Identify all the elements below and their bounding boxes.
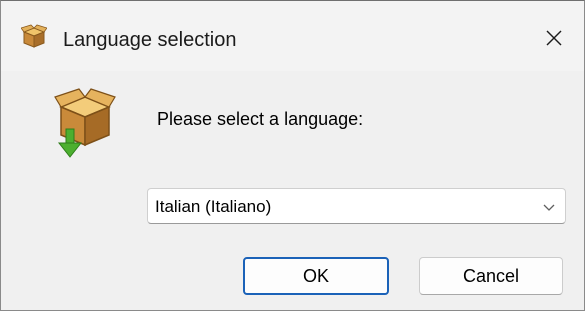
installer-box-download-icon — [54, 88, 116, 158]
language-prompt: Please select a language: — [157, 109, 364, 129]
dialog-content: Please select a language: Italian (Itali… — [1, 71, 584, 310]
language-select-value: Italian (Italiano) — [155, 197, 272, 216]
close-icon — [546, 30, 562, 46]
installer-box-icon — [21, 24, 47, 48]
language-selection-dialog: Language selection Please select a langu… — [0, 0, 585, 311]
ok-button[interactable]: OK — [243, 257, 389, 295]
title-bar[interactable]: Language selection — [1, 1, 584, 71]
language-select[interactable]: Italian (Italiano) — [147, 188, 566, 224]
close-button[interactable] — [529, 15, 579, 61]
cancel-button[interactable]: Cancel — [419, 257, 563, 295]
chevron-down-icon — [543, 204, 555, 211]
window-title: Language selection — [63, 29, 237, 51]
